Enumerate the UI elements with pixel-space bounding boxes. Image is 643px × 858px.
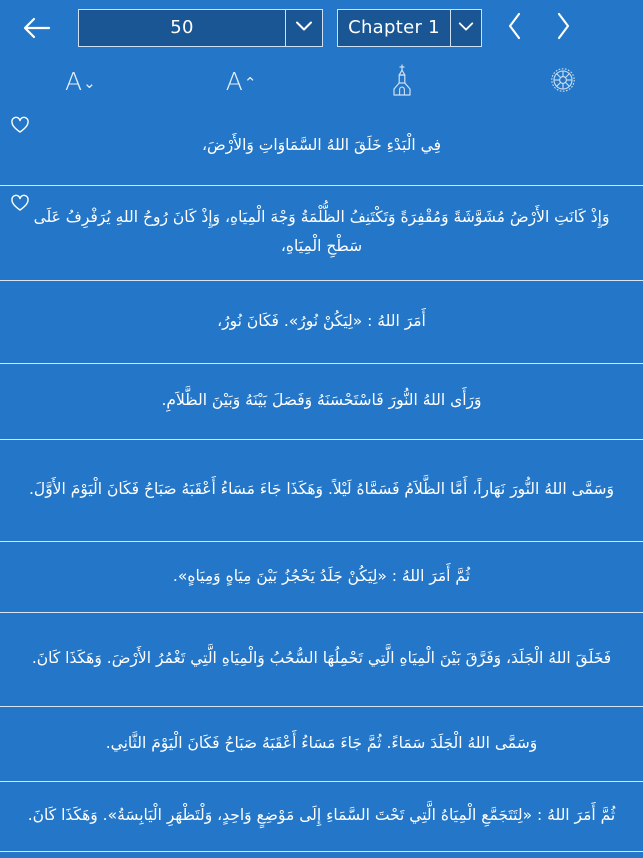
chapter-dropdown-arrow[interactable] [450, 9, 481, 46]
arrow-left-icon [21, 15, 55, 41]
verse-text: وَرَأَى اللهُ النُّورَ فَاسْتَحْسَنَهُ و… [161, 391, 482, 410]
verse-row[interactable]: وَإِذْ كَانَتِ الأَرْضُ مُشَوَّشَةً وَمُ… [0, 186, 643, 281]
verse-list: فِي الْبَدْءِ خَلَقَ اللهُ السَّمَاوَاتِ… [0, 108, 643, 852]
previous-chapter-button[interactable] [498, 8, 532, 48]
font-decrease-letter: A [65, 67, 83, 96]
verse-row[interactable]: أَمَرَ اللهُ : «لِيَكُنْ نُورُ». فَكَانَ… [0, 281, 643, 364]
verse-text: ثُمَّ أَمَرَ اللهُ : «لِتَتَجَمَّعِ الْم… [27, 806, 616, 825]
verse-text: أَمَرَ اللهُ : «لِيَكُنْ نُورُ». فَكَانَ… [217, 311, 426, 330]
verse-row[interactable]: ثُمَّ أَمَرَ اللهُ : «لِتَتَجَمَّعِ الْم… [0, 782, 643, 852]
verse-row[interactable]: وَسَمَّى اللهُ النُّورَ نَهَاراً، أَمَّا… [0, 440, 643, 542]
settings-button[interactable] [482, 55, 643, 108]
increase-font-size-button[interactable]: A ⌃ [161, 55, 322, 108]
page-number-dropdown-arrow[interactable] [285, 9, 322, 46]
church-button[interactable] [322, 55, 483, 108]
verse-row[interactable]: ثُمَّ أَمَرَ اللهُ : «لِيَكُنْ جَلَدُ يَ… [0, 542, 643, 613]
verse-text: فَخَلَقَ اللهُ الْجَلَدَ، وَفَرَّقَ بَيْ… [31, 649, 612, 668]
verse-row[interactable]: فِي الْبَدْءِ خَلَقَ اللهُ السَّمَاوَاتِ… [0, 108, 643, 186]
chapter-select[interactable]: Chapter 1 [337, 8, 482, 47]
next-chapter-button[interactable] [546, 8, 580, 48]
page-number-value: 50 [170, 17, 194, 38]
verse-text: فِي الْبَدْءِ خَلَقَ اللهُ السَّمَاوَاتِ… [202, 136, 441, 155]
verse-text: ثُمَّ أَمَرَ اللهُ : «لِيَكُنْ جَلَدُ يَ… [172, 566, 471, 585]
format-toolbar: A ⌄ A ⌃ [0, 55, 643, 108]
font-increase-chevron: ⌃ [243, 74, 257, 92]
page-number-select[interactable]: 50 [78, 8, 323, 47]
font-decrease-chevron: ⌄ [83, 74, 96, 92]
chevron-left-icon [505, 10, 525, 46]
gear-icon [548, 65, 578, 99]
chevron-down-icon [294, 18, 314, 37]
top-toolbar: 50 Chapter 1 [0, 0, 643, 55]
chapter-nav [498, 8, 580, 48]
verse-text: وَإِذْ كَانَتِ الأَرْضُ مُشَوَّشَةً وَمُ… [33, 208, 610, 255]
verse-row[interactable]: وَسَمَّى اللهُ الْجَلَدَ سَمَاءً. ثُمَّ … [0, 707, 643, 782]
font-increase-icon: A ⌃ [226, 67, 257, 96]
back-button[interactable] [12, 8, 64, 48]
church-icon [389, 63, 415, 101]
decrease-font-size-button[interactable]: A ⌄ [0, 55, 161, 108]
verse-row[interactable]: وَرَأَى اللهُ النُّورَ فَاسْتَحْسَنَهُ و… [0, 364, 643, 440]
verse-row[interactable]: فَخَلَقَ اللهُ الْجَلَدَ، وَفَرَّقَ بَيْ… [0, 613, 643, 707]
favorite-heart-icon[interactable] [10, 194, 30, 214]
chevron-right-icon [553, 10, 573, 46]
chevron-down-icon [457, 18, 475, 37]
verse-text: وَسَمَّى اللهُ النُّورَ نَهَاراً، أَمَّا… [29, 480, 614, 499]
chapter-value: Chapter 1 [348, 17, 440, 38]
font-increase-letter: A [225, 67, 243, 96]
favorite-heart-icon[interactable] [10, 116, 30, 136]
verse-text: وَسَمَّى اللهُ الْجَلَدَ سَمَاءً. ثُمَّ … [105, 733, 538, 752]
font-decrease-icon: A ⌄ [65, 67, 96, 96]
